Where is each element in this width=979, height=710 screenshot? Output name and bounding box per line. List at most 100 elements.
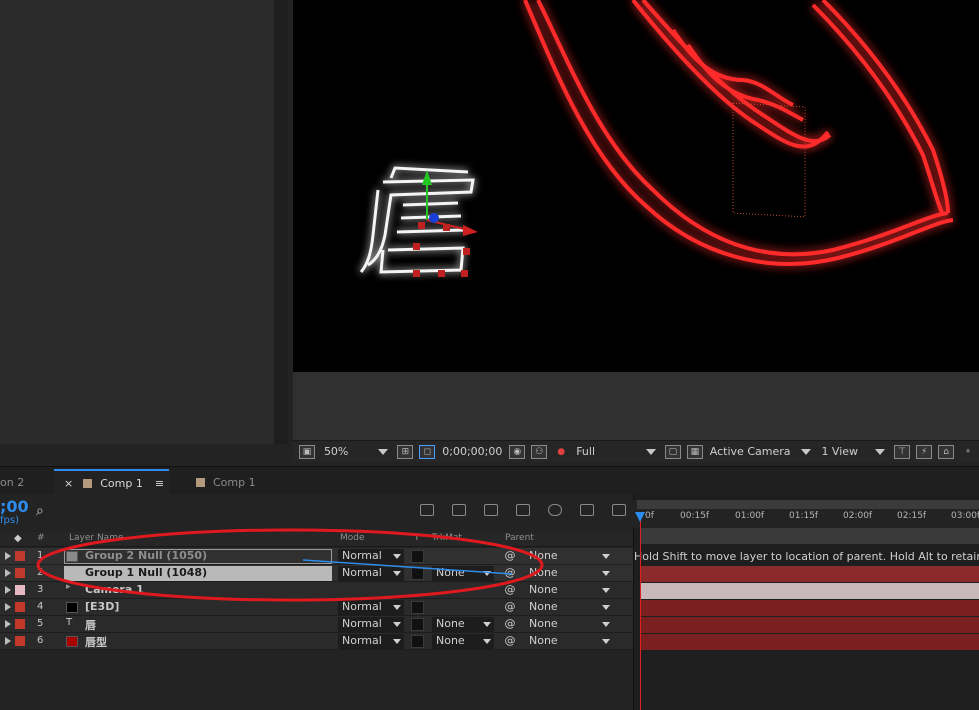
parent-dropdown[interactable]: None bbox=[525, 583, 613, 598]
views-value[interactable]: 1 View bbox=[821, 445, 867, 458]
blend-mode-dropdown[interactable]: Normal bbox=[338, 566, 404, 581]
layer-duration-bar[interactable] bbox=[641, 566, 979, 582]
fast-previews-icon[interactable]: ⚡ bbox=[916, 444, 933, 459]
flowchart-icon[interactable]: ⚬ bbox=[960, 445, 976, 459]
work-area-bar[interactable] bbox=[637, 500, 979, 509]
pickwhip-icon[interactable]: @ bbox=[503, 566, 517, 581]
twirl-arrow-icon[interactable] bbox=[5, 586, 11, 594]
preserve-transparency-checkbox[interactable] bbox=[411, 550, 424, 563]
resolution-value[interactable]: Full bbox=[576, 445, 638, 458]
search-field[interactable]: ⌕ bbox=[36, 503, 62, 519]
pickwhip-icon[interactable]: @ bbox=[503, 549, 517, 564]
column-layer-name[interactable]: Layer Name bbox=[69, 533, 124, 543]
parent-dropdown[interactable]: None bbox=[525, 634, 613, 649]
motion-blur-icon[interactable] bbox=[548, 504, 562, 516]
panel-menu-icon[interactable]: ≡ bbox=[155, 477, 164, 490]
blend-mode-dropdown[interactable]: Normal bbox=[338, 549, 404, 564]
composition-flowchart-icon[interactable] bbox=[420, 504, 434, 516]
draft-3d-icon[interactable] bbox=[452, 504, 466, 516]
layer-label-color[interactable] bbox=[15, 619, 25, 629]
frame-blending-icon[interactable] bbox=[516, 504, 530, 516]
pickwhip-icon[interactable]: @ bbox=[503, 600, 517, 615]
mask-visibility-icon[interactable]: ◻ bbox=[419, 444, 436, 459]
layer-label-color[interactable] bbox=[15, 602, 25, 612]
blend-mode-dropdown[interactable]: Normal bbox=[338, 600, 404, 615]
region-of-interest-icon[interactable]: ▢ bbox=[664, 444, 681, 459]
tab-comp-1-viewer[interactable]: Comp 1 bbox=[190, 469, 280, 495]
safe-zones-icon[interactable]: ⊞ bbox=[397, 444, 414, 459]
layer-row[interactable]: 3 ▸ Camera 1 @ None bbox=[0, 582, 633, 599]
layer-name[interactable]: 唇 bbox=[85, 617, 96, 633]
shy-layers-icon[interactable] bbox=[484, 504, 498, 516]
parent-dropdown[interactable]: None bbox=[525, 617, 613, 632]
viewer-canvas[interactable] bbox=[293, 0, 979, 372]
layer-name[interactable]: Group 2 Null (1050) bbox=[85, 549, 207, 562]
timeline-icon[interactable]: ⌂ bbox=[938, 444, 955, 459]
transform-gizmo[interactable] bbox=[413, 170, 478, 277]
layer-name[interactable]: Group 1 Null (1048) bbox=[85, 566, 207, 579]
layer-name[interactable]: [E3D] bbox=[85, 600, 119, 613]
graph-editor-icon[interactable] bbox=[580, 504, 594, 516]
project-panel-scrollbar[interactable] bbox=[274, 0, 288, 444]
preserve-transparency-checkbox[interactable] bbox=[411, 567, 424, 580]
camera-value[interactable]: Active Camera bbox=[710, 445, 794, 458]
layer-name[interactable]: 唇型 bbox=[85, 634, 107, 650]
layer-duration-bar[interactable] bbox=[641, 583, 979, 599]
channel-icon[interactable]: ● bbox=[553, 445, 569, 459]
layer-duration-bar[interactable] bbox=[641, 600, 979, 616]
tab-comp-1-active[interactable]: × Comp 1 ≡ bbox=[54, 469, 169, 495]
brainstorm-icon[interactable] bbox=[612, 504, 626, 516]
layer-row[interactable]: 4 [E3D] Normal @ None bbox=[0, 599, 633, 616]
resolution-dropdown-icon[interactable] bbox=[645, 448, 656, 455]
current-time-indicator-head[interactable] bbox=[635, 512, 645, 522]
views-dropdown-icon[interactable] bbox=[875, 448, 886, 455]
zoom-dropdown-icon[interactable] bbox=[378, 448, 389, 455]
blend-mode-dropdown[interactable]: Normal bbox=[338, 634, 404, 649]
twirl-arrow-icon[interactable] bbox=[5, 620, 11, 628]
parent-dropdown[interactable]: None bbox=[525, 566, 613, 581]
layer-label-color[interactable] bbox=[15, 551, 25, 561]
twirl-arrow-icon[interactable] bbox=[5, 569, 11, 577]
column-mode[interactable]: Mode bbox=[340, 533, 365, 543]
viewer-timecode[interactable]: 0;00;00;00 bbox=[442, 445, 502, 458]
camera-dropdown-icon[interactable] bbox=[801, 448, 812, 455]
layer-row[interactable]: 5 T 唇 Normal None @ None bbox=[0, 616, 633, 633]
track-matte-dropdown[interactable]: None bbox=[432, 617, 494, 632]
column-num[interactable]: # bbox=[37, 533, 45, 543]
parent-dropdown[interactable]: None bbox=[525, 549, 613, 564]
column-parent[interactable]: Parent bbox=[505, 533, 534, 543]
close-icon[interactable]: × bbox=[64, 477, 73, 490]
blend-mode-dropdown[interactable]: Normal bbox=[338, 617, 404, 632]
pickwhip-icon[interactable]: @ bbox=[503, 583, 517, 598]
current-time-indicator[interactable] bbox=[640, 512, 641, 710]
timeline-timecode[interactable]: ;00 bbox=[0, 497, 29, 516]
track-matte-dropdown[interactable]: None bbox=[432, 634, 494, 649]
layer-label-color[interactable] bbox=[15, 636, 25, 646]
toggle-pixel-aspect-icon[interactable]: ⊤ bbox=[894, 444, 911, 459]
transparency-grid-icon[interactable]: ▦ bbox=[686, 444, 703, 459]
layer-label-color[interactable] bbox=[15, 585, 25, 595]
twirl-arrow-icon[interactable] bbox=[5, 603, 11, 611]
column-t[interactable]: T bbox=[414, 533, 420, 543]
pickwhip-icon[interactable]: @ bbox=[503, 617, 517, 632]
preserve-transparency-checkbox[interactable] bbox=[411, 601, 424, 614]
parent-dropdown[interactable]: None bbox=[525, 600, 613, 615]
work-area-range[interactable] bbox=[641, 528, 979, 544]
column-trkmat[interactable]: TrkMat bbox=[432, 533, 462, 543]
twirl-arrow-icon[interactable] bbox=[5, 552, 11, 560]
layer-duration-bar[interactable] bbox=[641, 634, 979, 650]
show-snapshot-icon[interactable]: ⚇ bbox=[531, 444, 548, 459]
layer-row[interactable]: 6 唇型 Normal None @ None bbox=[0, 633, 633, 650]
tab-composition-2[interactable]: on 2 bbox=[0, 469, 52, 495]
layer-row[interactable]: 1 Group 2 Null (1050) Normal @ None bbox=[0, 548, 633, 565]
magnification-icon[interactable]: ▣ bbox=[299, 444, 315, 459]
label-column-icon[interactable]: ◆ bbox=[14, 533, 22, 544]
pickwhip-icon[interactable]: @ bbox=[503, 634, 517, 649]
preserve-transparency-checkbox[interactable] bbox=[411, 618, 424, 631]
zoom-value[interactable]: 50% bbox=[324, 445, 348, 458]
twirl-arrow-icon[interactable] bbox=[5, 637, 11, 645]
preserve-transparency-checkbox[interactable] bbox=[411, 635, 424, 648]
layer-row[interactable]: 2 Group 1 Null (1048) Normal None @ None bbox=[0, 565, 633, 582]
layer-label-color[interactable] bbox=[15, 568, 25, 578]
snapshot-icon[interactable]: ◉ bbox=[509, 444, 526, 459]
